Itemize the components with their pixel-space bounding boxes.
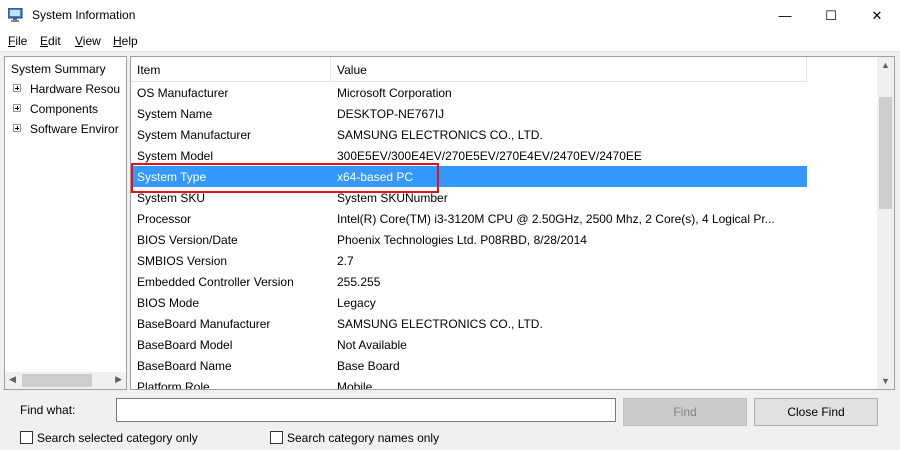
search-category-names-checkbox[interactable]: [270, 431, 283, 444]
row-item-value: DESKTOP-NE767IJ: [337, 107, 445, 121]
expand-icon[interactable]: [13, 104, 21, 112]
search-selected-category-label[interactable]: Search selected category only: [37, 431, 198, 445]
tree-horizontal-scrollbar[interactable]: ◀ ▶: [5, 372, 126, 389]
table-row[interactable]: Processor Intel(R) Core(TM) i3-3120M CPU …: [131, 208, 807, 229]
row-item-value: Phoenix Technologies Ltd. P08RBD, 8/28/2…: [337, 233, 587, 247]
maximize-button[interactable]: ☐: [808, 0, 854, 31]
title-bar: System Information — ☐ ✕: [0, 0, 900, 31]
row-item-name: BaseBoard Manufacturer: [137, 317, 271, 331]
search-category-names-label[interactable]: Search category names only: [287, 431, 439, 445]
row-item-name: System Name: [137, 107, 213, 121]
table-row[interactable]: OS Manufacturer Microsoft Corporation: [131, 82, 807, 103]
row-item-name: BaseBoard Name: [137, 359, 232, 373]
close-find-button[interactable]: Close Find: [754, 398, 878, 426]
close-button[interactable]: ✕: [854, 0, 900, 31]
column-divider[interactable]: [330, 57, 331, 81]
row-item-value: 255.255: [337, 275, 381, 289]
scroll-up-icon[interactable]: ▲: [881, 60, 890, 70]
row-item-name: Embedded Controller Version: [137, 275, 294, 289]
find-button[interactable]: Find: [623, 398, 747, 426]
window-title: System Information: [32, 8, 136, 22]
row-item-value: Intel(R) Core(TM) i3-3120M CPU @ 2.50GHz…: [337, 212, 775, 226]
scroll-down-icon[interactable]: ▼: [881, 376, 890, 386]
table-row[interactable]: System Type x64-based PC: [131, 166, 807, 187]
details-table[interactable]: Item Value OS Manufacturer Microsoft Corp…: [130, 56, 895, 390]
table-row[interactable]: BIOS Mode Legacy: [131, 292, 807, 313]
system-information-icon: [8, 8, 23, 22]
row-item-name: Processor: [137, 212, 192, 226]
expand-icon[interactable]: [13, 124, 21, 132]
row-item-name: System Type: [137, 170, 207, 184]
row-item-value: 2.7: [337, 254, 354, 268]
row-item-value: SAMSUNG ELECTRONICS CO., LTD.: [337, 128, 543, 142]
table-row[interactable]: Platform Role Mobile: [131, 376, 807, 390]
table-vertical-scrollbar[interactable]: ▲ ▼: [877, 57, 894, 389]
column-header-item[interactable]: Item: [137, 63, 160, 77]
column-divider[interactable]: [806, 57, 807, 81]
row-item-value: Microsoft Corporation: [337, 86, 452, 100]
table-row[interactable]: SMBIOS Version 2.7: [131, 250, 807, 271]
row-item-name: BaseBoard Model: [137, 338, 233, 352]
table-row[interactable]: BaseBoard Manufacturer SAMSUNG ELECTRONIC…: [131, 313, 807, 334]
row-item-name: System SKU: [137, 191, 206, 205]
row-item-value: 300E5EV/300E4EV/270E5EV/270E4EV/2470EV/2…: [337, 149, 642, 163]
minimize-button[interactable]: —: [762, 0, 808, 31]
row-item-value: x64-based PC: [337, 170, 414, 184]
row-item-name: OS Manufacturer: [137, 86, 229, 100]
column-header-value[interactable]: Value: [337, 63, 367, 77]
menu-edit[interactable]: Edit: [40, 34, 61, 48]
scrollbar-thumb[interactable]: [879, 97, 892, 209]
category-tree[interactable]: System Summary Hardware Resou Components…: [4, 56, 127, 390]
row-item-value: Legacy: [337, 296, 376, 310]
row-item-value: Mobile: [337, 380, 373, 390]
table-row[interactable]: System Model 300E5EV/300E4EV/270E5EV/270E…: [131, 145, 807, 166]
row-item-value: System SKUNumber: [337, 191, 448, 205]
table-row[interactable]: BaseBoard Model Not Available: [131, 334, 807, 355]
row-item-name: SMBIOS Version: [137, 254, 228, 268]
row-item-value: SAMSUNG ELECTRONICS CO., LTD.: [337, 317, 543, 331]
table-header: Item Value: [131, 57, 807, 82]
scrollbar-thumb[interactable]: [22, 374, 92, 387]
table-row[interactable]: System SKU System SKUNumber: [131, 187, 807, 208]
find-input[interactable]: [116, 398, 616, 422]
table-row[interactable]: System Manufacturer SAMSUNG ELECTRONICS C…: [131, 124, 807, 145]
table-row[interactable]: BIOS Version/Date Phoenix Technologies Lt…: [131, 229, 807, 250]
row-item-value: Not Available: [337, 338, 407, 352]
row-item-name: System Manufacturer: [137, 128, 252, 142]
row-item-name: BIOS Version/Date: [137, 233, 238, 247]
menu-file[interactable]: File: [8, 34, 27, 48]
row-item-name: Platform Role: [137, 380, 210, 390]
scroll-right-icon[interactable]: ▶: [115, 374, 122, 385]
menu-view[interactable]: View: [75, 34, 101, 48]
menu-bar: File Edit View Help: [0, 31, 900, 52]
scroll-left-icon[interactable]: ◀: [9, 374, 16, 385]
row-item-name: System Model: [137, 149, 214, 163]
find-what-label: Find what:: [20, 403, 76, 417]
table-row[interactable]: BaseBoard Name Base Board: [131, 355, 807, 376]
search-selected-category-checkbox[interactable]: [20, 431, 33, 444]
table-row[interactable]: Embedded Controller Version 255.255: [131, 271, 807, 292]
row-item-value: Base Board: [337, 359, 400, 373]
menu-help[interactable]: Help: [113, 34, 138, 48]
table-row[interactable]: System Name DESKTOP-NE767IJ: [131, 103, 807, 124]
expand-icon[interactable]: [13, 84, 21, 92]
row-item-name: BIOS Mode: [137, 296, 200, 310]
